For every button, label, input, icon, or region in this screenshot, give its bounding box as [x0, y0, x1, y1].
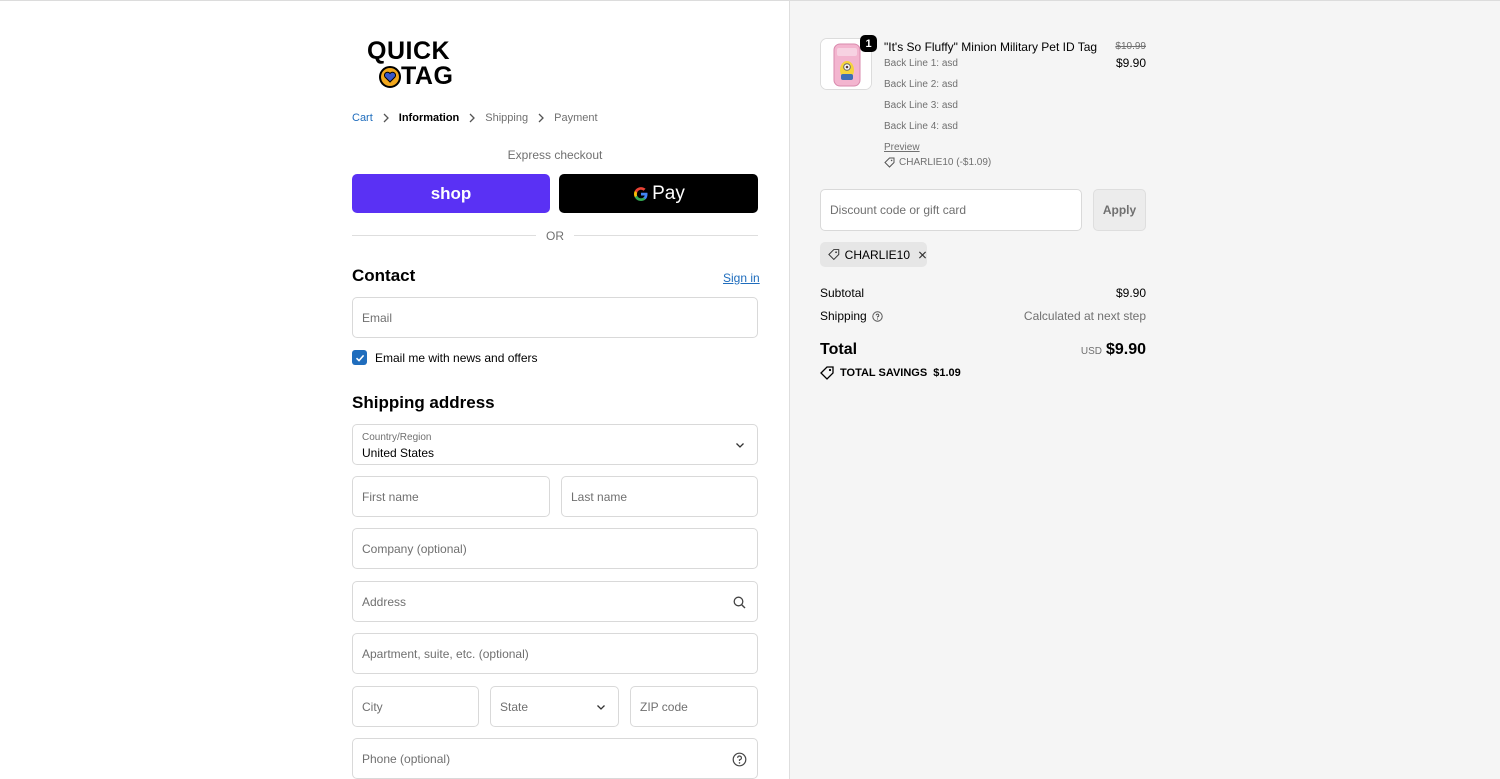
breadcrumb-payment: Payment	[554, 112, 598, 124]
apartment-field[interactable]: Apartment, suite, etc. (optional)	[352, 633, 758, 674]
checkout-page: QUICK TAG Cart Information Shipping Paym…	[0, 0, 1500, 779]
help-circle-icon[interactable]	[732, 752, 747, 767]
total-label: Total	[820, 341, 858, 358]
shop-pay-button[interactable]: shop	[352, 174, 550, 213]
zip-placeholder: ZIP code	[640, 699, 688, 714]
contact-heading: Contact	[352, 266, 416, 285]
apply-button[interactable]: Apply	[1093, 189, 1146, 231]
country-label: Country/Region	[362, 432, 432, 443]
address-placeholder: Address	[362, 594, 407, 609]
shop-pay-label: shop	[430, 183, 472, 203]
subtotal-label: Subtotal	[820, 286, 865, 300]
order-summary	[789, 1, 1500, 779]
tag-icon	[828, 249, 840, 261]
company-field[interactable]: Company (optional)	[352, 528, 758, 569]
phone-placeholder: Phone (optional)	[362, 751, 451, 766]
search-icon	[733, 596, 746, 609]
city-field[interactable]: City	[352, 686, 479, 727]
total-currency: USD	[1080, 346, 1102, 357]
product-discount: CHARLIE10 (-$1.09)	[884, 157, 991, 168]
item-price: $9.90	[1115, 56, 1146, 70]
last-name-placeholder: Last name	[571, 489, 628, 504]
google-g-icon	[634, 186, 648, 201]
sign-in-link[interactable]: Sign in	[723, 271, 760, 285]
company-placeholder: Company (optional)	[362, 541, 467, 556]
express-checkout-label: Express checkout	[507, 148, 603, 162]
email-placeholder: Email	[362, 310, 393, 325]
discount-code-input[interactable]: Discount code or gift card	[820, 189, 1082, 231]
subtotal-value: $9.90	[1115, 286, 1146, 300]
applied-discount-code: CHARLIE10	[844, 247, 911, 262]
tag-icon	[820, 366, 834, 380]
preview-link[interactable]: Preview	[884, 142, 920, 153]
quantity-badge: 1	[860, 35, 877, 52]
close-icon[interactable]	[918, 250, 927, 260]
brand-logo[interactable]: QUICK TAG	[367, 39, 467, 91]
newsletter-label: Email me with news and offers	[375, 351, 538, 365]
chevron-right-icon	[538, 113, 545, 123]
chevron-right-icon	[383, 113, 389, 123]
apartment-placeholder: Apartment, suite, etc. (optional)	[362, 646, 529, 661]
state-placeholder: State	[500, 699, 529, 714]
city-placeholder: City	[362, 699, 383, 714]
breadcrumb: Cart Information Shipping Payment	[352, 112, 598, 124]
discount-code-placeholder: Discount code or gift card	[830, 203, 967, 217]
address-field[interactable]: Address	[352, 581, 758, 622]
newsletter-checkbox[interactable]	[352, 350, 367, 365]
product-option-line: Back Line 3: asd	[884, 100, 958, 111]
total-value: $9.90	[1105, 341, 1146, 358]
last-name-field[interactable]: Last name	[561, 476, 758, 517]
country-select[interactable]: Country/Region United States	[352, 424, 758, 465]
product-option-line: Back Line 2: asd	[884, 79, 958, 90]
checkmark-icon	[355, 354, 364, 362]
original-price: $10.99	[1115, 41, 1146, 52]
phone-field[interactable]: Phone (optional)	[352, 738, 758, 779]
product-name: "It's So Fluffy" Minion Military Pet ID …	[884, 40, 1098, 54]
shipping-value: Calculated at next step	[1023, 309, 1146, 323]
state-select[interactable]: State	[490, 686, 619, 727]
chevron-right-icon	[469, 113, 476, 123]
shipping-address-heading: Shipping address	[352, 393, 495, 412]
breadcrumb-shipping: Shipping	[485, 112, 529, 124]
logo-text-bottom: TAG	[401, 62, 454, 90]
google-pay-button[interactable]: Pay	[559, 174, 758, 213]
savings-value: $1.09	[933, 367, 961, 379]
tag-icon	[884, 157, 895, 168]
chevron-down-icon	[736, 443, 744, 448]
or-label: OR	[546, 229, 564, 243]
first-name-placeholder: First name	[362, 489, 419, 504]
breadcrumb-information: Information	[398, 112, 460, 124]
google-pay-label: Pay	[652, 182, 685, 204]
first-name-field[interactable]: First name	[352, 476, 550, 517]
logo-text-top: QUICK	[367, 37, 451, 65]
product-discount-text: CHARLIE10 (-$1.09)	[899, 157, 992, 168]
zip-field[interactable]: ZIP code	[630, 686, 758, 727]
shipping-row-label: Shipping	[820, 309, 883, 323]
logo-heart-icon	[379, 66, 401, 88]
checkout-main: QUICK TAG Cart Information Shipping Paym…	[0, 1, 789, 779]
total-savings: TOTAL SAVINGS $1.09	[820, 366, 961, 380]
breadcrumb-cart[interactable]: Cart	[352, 112, 373, 124]
help-circle-icon[interactable]	[872, 310, 883, 322]
applied-discount-chip: CHARLIE10	[820, 242, 927, 267]
savings-label: TOTAL SAVINGS	[840, 367, 928, 379]
email-field[interactable]: Email	[352, 297, 758, 338]
country-value: United States	[362, 446, 435, 460]
chevron-down-icon	[597, 705, 605, 710]
shipping-label: Shipping	[820, 309, 867, 323]
product-option-line: Back Line 4: asd	[884, 121, 958, 132]
product-option-line: Back Line 1: asd	[884, 58, 958, 69]
